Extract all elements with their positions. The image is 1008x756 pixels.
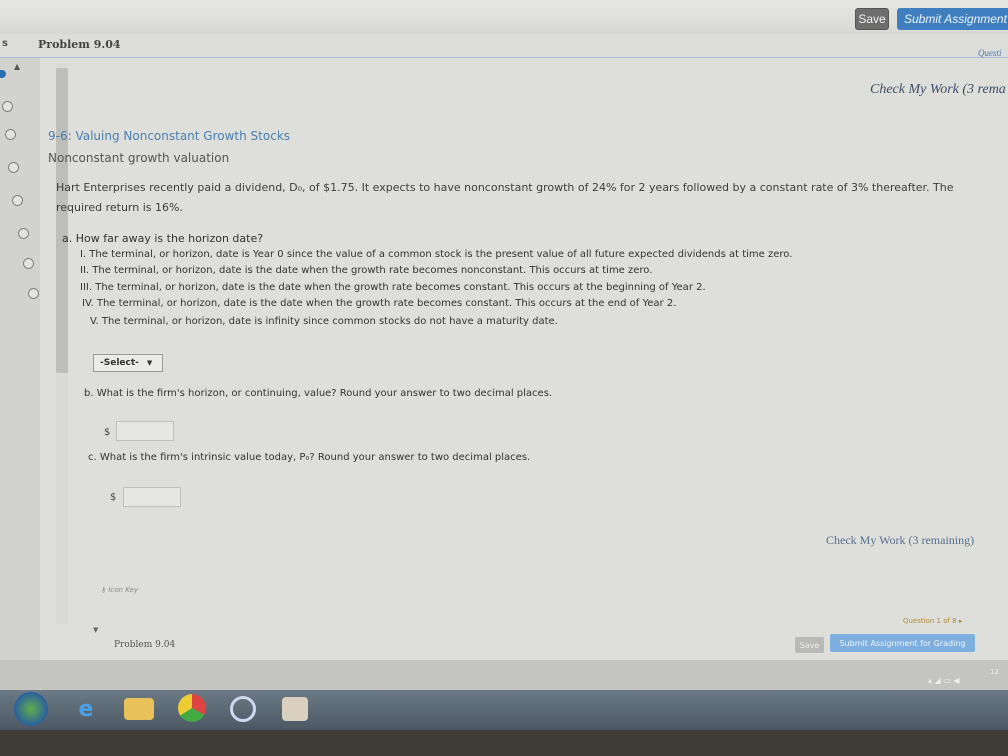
desktop-strip <box>0 660 1008 690</box>
part-a-prompt: a. How far away is the horizon date? <box>62 232 264 245</box>
question-radio-2[interactable] <box>5 129 16 140</box>
intrinsic-value-input[interactable] <box>123 487 181 507</box>
section-title: 9-6: Valuing Nonconstant Growth Stocks <box>48 129 291 143</box>
question-radio-7[interactable] <box>28 288 39 299</box>
horizon-select[interactable]: -Select- ▼ <box>93 354 163 372</box>
icon-key-link[interactable]: ⚷ Icon Key <box>101 586 138 594</box>
submit-assignment-button[interactable]: Submit Assignment f <box>897 8 1008 30</box>
chrome-icon[interactable] <box>178 694 206 722</box>
question-radio-6[interactable] <box>23 258 34 269</box>
part-b-prompt: b. What is the firm's horizon, or contin… <box>84 388 553 399</box>
arrow-down-icon[interactable]: ▼ <box>93 626 98 634</box>
option-i: I. The terminal, or horizon, date is Yea… <box>80 249 793 260</box>
question-radio-4[interactable] <box>12 195 23 206</box>
part-c-prompt: c. What is the firm's intrinsic value to… <box>88 452 531 463</box>
problem-statement: Hart Enterprises recently paid a dividen… <box>56 181 954 214</box>
problem-content-panel <box>40 58 1008 660</box>
problem-footer-title: Problem 9.04 <box>114 640 176 650</box>
monitor-bezel <box>0 730 1008 756</box>
submit-for-grading-button[interactable]: Submit Assignment for Grading <box>830 634 975 652</box>
ie-icon[interactable]: e <box>70 694 102 724</box>
question-radio-3[interactable] <box>8 162 19 173</box>
question-nav-link[interactable]: Questi <box>978 48 1008 58</box>
system-tray[interactable]: ▴ ◢ ▭ ◀ <box>928 676 960 685</box>
problem-title: Problem 9.04 <box>38 38 121 51</box>
windows-start-icon[interactable] <box>14 692 48 726</box>
problem-header-bar <box>0 34 1008 58</box>
check-my-work-link-top[interactable]: Check My Work (3 rema <box>870 82 1008 98</box>
currency-label-c: $ <box>110 492 117 503</box>
option-ii: II. The terminal, or horizon, date is th… <box>80 265 653 276</box>
arrow-up-icon[interactable]: ▲ <box>14 62 20 71</box>
option-iii: III. The terminal, or horizon, date is t… <box>80 282 706 293</box>
question-radio-1[interactable] <box>2 101 13 112</box>
save-button[interactable]: Save <box>855 8 889 30</box>
sidebar-header-label: s <box>2 38 8 49</box>
option-iv: IV. The terminal, or horizon, date is th… <box>82 298 677 309</box>
save-button-bottom[interactable]: Save <box>795 637 824 653</box>
question-radio-5[interactable] <box>18 228 29 239</box>
horizon-value-input[interactable] <box>116 421 174 441</box>
section-subtitle: Nonconstant growth valuation <box>48 151 230 165</box>
chevron-down-icon: ▼ <box>146 359 153 367</box>
check-my-work-link-bottom[interactable]: Check My Work (3 remaining) <box>826 533 974 548</box>
select-value: -Select- <box>100 358 139 368</box>
option-v: V. The terminal, or horizon, date is inf… <box>90 316 558 327</box>
scrollbar-thumb[interactable] <box>56 68 68 373</box>
clock[interactable]: 12 <box>990 668 1008 676</box>
currency-label-b: $ <box>104 427 111 438</box>
folder-icon[interactable] <box>124 698 154 720</box>
question-sidebar <box>0 58 40 660</box>
app-icon[interactable] <box>282 697 308 721</box>
volume-icon[interactable]: ▴ ◢ ▭ ◀ <box>928 676 960 685</box>
media-icon[interactable] <box>230 696 256 722</box>
question-count[interactable]: Question 1 of 8 ▸ <box>903 617 962 625</box>
